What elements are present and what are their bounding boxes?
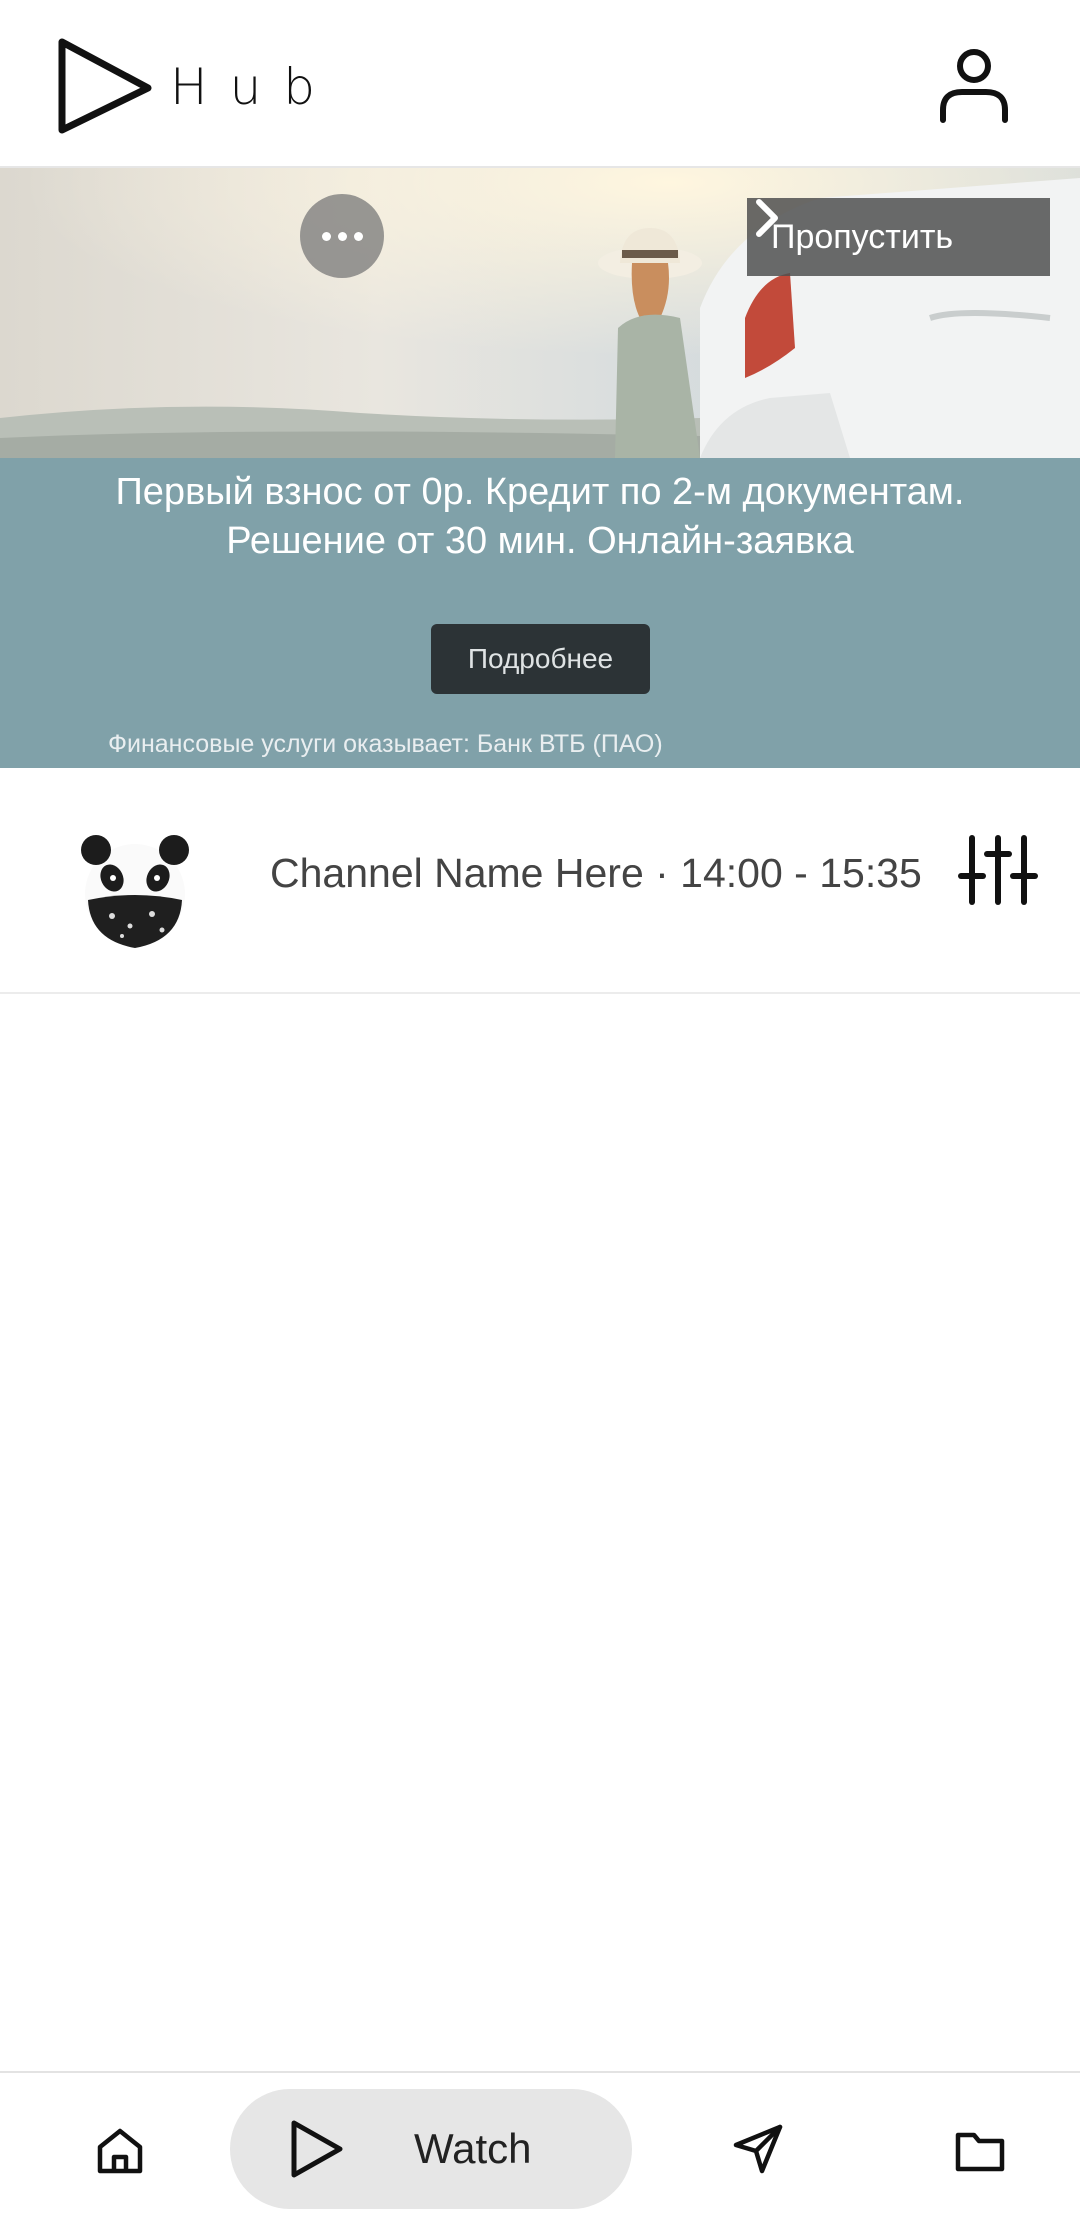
play-logo-icon (58, 38, 152, 134)
ad-skip-label: Пропустить (771, 217, 954, 256)
nav-watch-label: Watch (414, 2125, 532, 2172)
sliders-icon[interactable] (958, 830, 1038, 910)
app-logo[interactable]: Hub (56, 36, 316, 136)
bottom-navigation: Watch (0, 2071, 1080, 2220)
ad-cta-button[interactable]: Подробнее (431, 624, 650, 694)
app-logo-text: Hub (170, 58, 338, 116)
ad-skip-button[interactable]: Пропустить (747, 198, 1050, 276)
ad-disclaimer: Финансовые услуги оказывает: Банк ВТБ (П… (108, 730, 663, 758)
ad-headline: Первый взнос от 0р. Кредит по 2-м докуме… (115, 471, 965, 562)
channel-name-and-time: Channel Name Here · 14:00 - 15:35 (270, 850, 922, 896)
channel-row[interactable]: Channel Name Here · 14:00 - 15:35 (0, 768, 1080, 994)
user-icon[interactable] (938, 48, 1010, 124)
folder-icon[interactable] (952, 2123, 1008, 2179)
nav-watch-tab[interactable]: Watch (230, 2089, 632, 2209)
more-dot (321, 231, 331, 241)
ad-more-button[interactable] (300, 194, 384, 278)
ad-image[interactable]: Пропустить (0, 168, 1080, 458)
play-icon (291, 2120, 343, 2178)
home-icon[interactable] (92, 2123, 148, 2179)
more-dot (337, 231, 347, 241)
chevron-right-icon (756, 199, 778, 237)
more-dot (353, 231, 363, 241)
ad-banner[interactable]: Пропустить Первый взнос от 0р. Кредит по… (0, 168, 1080, 768)
top-app-bar: Hub (0, 0, 1080, 168)
send-icon[interactable] (730, 2121, 786, 2177)
channel-avatar[interactable] (72, 828, 198, 954)
